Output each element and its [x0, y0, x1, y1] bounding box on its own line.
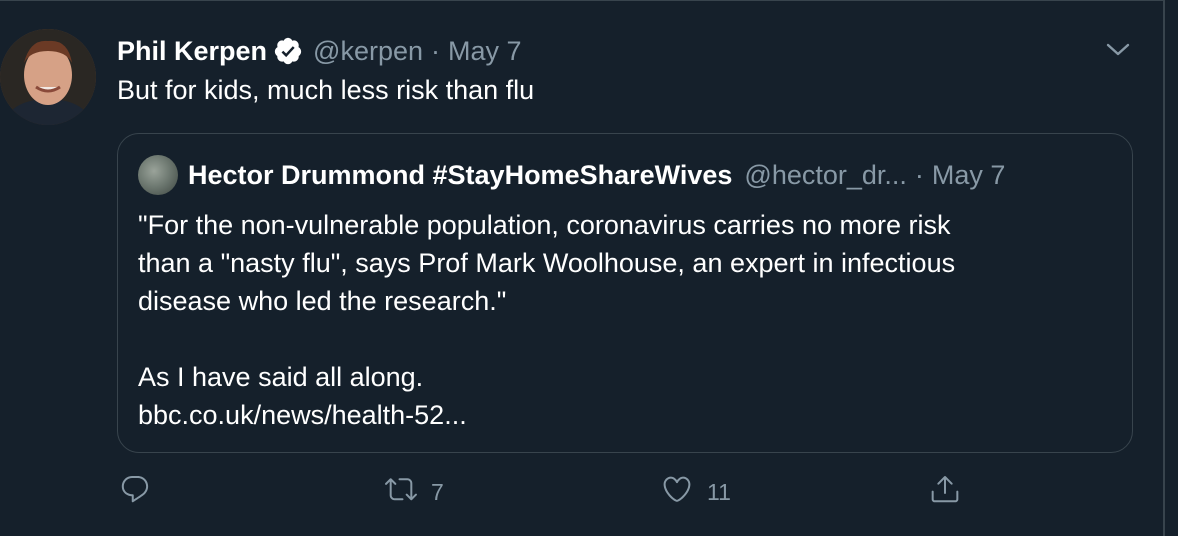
author-avatar[interactable]: [0, 29, 96, 125]
action-bar: 7 11: [117, 469, 1017, 515]
quoted-tweet-date: May 7: [931, 159, 1006, 190]
like-button[interactable]: 11: [661, 469, 731, 515]
quoted-author-name: Hector Drummond #StayHomeShareWives: [188, 159, 733, 190]
share-button[interactable]: [929, 469, 961, 515]
heart-icon: [661, 473, 693, 511]
quoted-text-line: As I have said all along.: [138, 362, 424, 392]
quoted-text-line: disease who led the research.": [138, 286, 507, 316]
verified-badge-icon: [273, 36, 303, 66]
quoted-author-avatar: [138, 155, 178, 195]
quoted-tweet-text: "For the non-vulnerable population, coro…: [138, 206, 1118, 434]
share-icon: [929, 473, 961, 511]
reply-button[interactable]: [119, 469, 151, 515]
separator-dot: ·: [431, 35, 440, 66]
author-name[interactable]: Phil Kerpen: [117, 36, 267, 67]
retweet-count: 7: [431, 478, 444, 505]
quoted-tweet-card[interactable]: Hector Drummond #StayHomeShareWives @hec…: [117, 133, 1133, 453]
quoted-text-line: than a "nasty flu", says Prof Mark Woolh…: [138, 248, 956, 278]
tweet-container[interactable]: Phil Kerpen @kerpen · May 7 But for kids…: [0, 0, 1165, 536]
quoted-author-handle: @hector_dr...: [744, 159, 907, 190]
quoted-text-line: "For the non-vulnerable population, coro…: [138, 210, 951, 240]
tweet-date[interactable]: May 7: [448, 36, 522, 67]
retweet-icon: [385, 473, 417, 511]
chevron-down-icon[interactable]: [1103, 37, 1133, 63]
author-handle[interactable]: @kerpen: [313, 36, 423, 67]
quoted-tweet-header: Hector Drummond #StayHomeShareWives @hec…: [188, 154, 1005, 196]
retweet-button[interactable]: 7: [385, 469, 444, 515]
quoted-separator-dot: ·: [914, 159, 924, 190]
tweet-header: Phil Kerpen @kerpen · May 7: [117, 31, 522, 71]
like-count: 11: [707, 478, 731, 505]
tweet-text: But for kids, much less risk than flu: [117, 75, 535, 105]
quoted-link[interactable]: bbc.co.uk/news/health-52...: [138, 396, 1118, 434]
reply-icon: [119, 473, 151, 511]
